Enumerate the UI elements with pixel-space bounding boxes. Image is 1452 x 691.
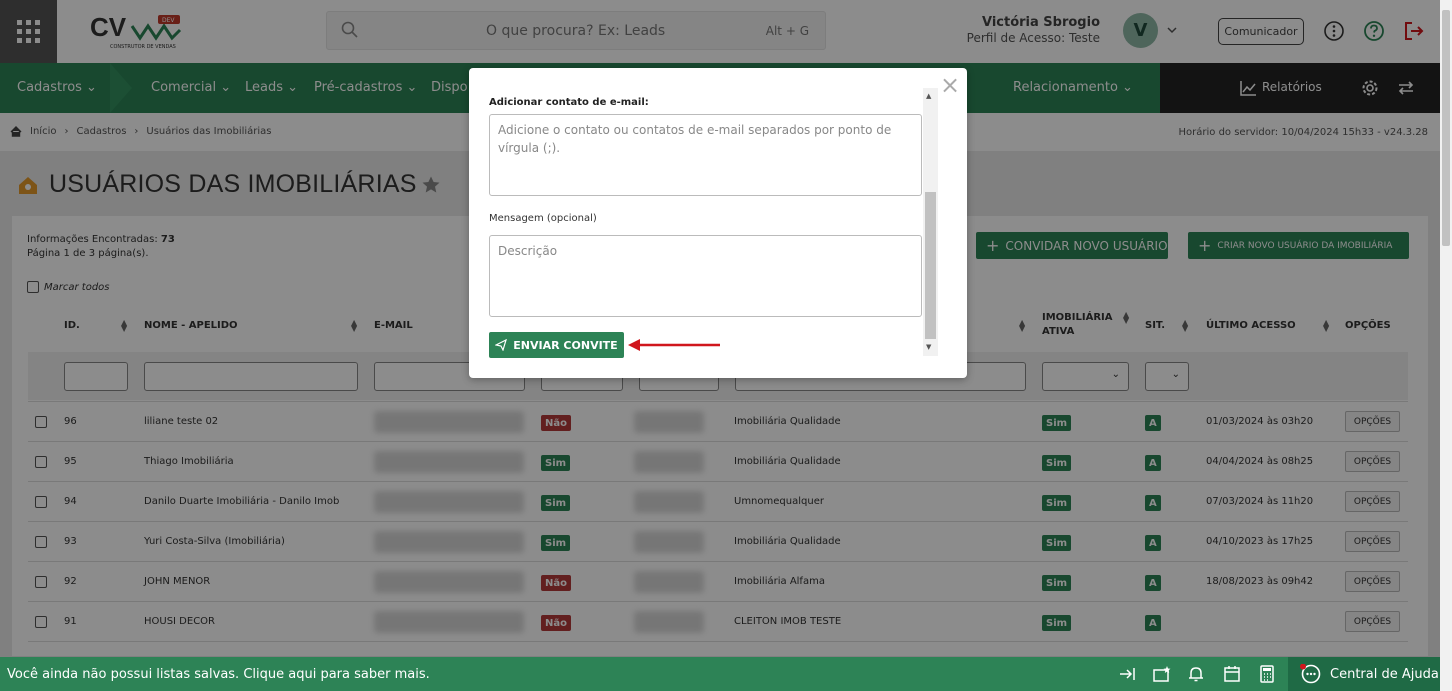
email-contacts-input[interactable]: Adicione o contato ou contatos de e-mail… — [489, 114, 922, 196]
favorites-icon[interactable] — [1152, 665, 1172, 683]
close-icon[interactable]: × — [940, 73, 960, 97]
collapse-icon[interactable] — [1118, 665, 1136, 683]
modal-scroll-thumb[interactable] — [925, 192, 936, 339]
help-center-button[interactable]: Central de Ajuda — [1288, 657, 1440, 691]
send-invite-button[interactable]: ENVIAR CONVITE — [489, 332, 624, 358]
message-input[interactable]: Descrição — [489, 235, 922, 317]
saved-lists-message[interactable]: Você ainda não possui listas salvas. Cli… — [7, 667, 430, 682]
send-icon — [495, 339, 508, 351]
bell-icon[interactable] — [1187, 665, 1205, 683]
annotation-arrow-icon — [628, 339, 720, 351]
calendar-icon[interactable] — [1223, 665, 1241, 683]
scroll-down-icon[interactable]: ▼ — [926, 343, 931, 351]
chat-icon — [1300, 664, 1321, 684]
bottom-bar: Você ainda não possui listas salvas. Cli… — [0, 657, 1440, 691]
calculator-icon[interactable] — [1258, 665, 1276, 683]
scroll-up-icon[interactable]: ▲ — [926, 92, 931, 100]
message-label: Mensagem (opcional) — [489, 213, 597, 224]
email-label: Adicionar contato de e-mail: — [489, 97, 649, 108]
page-scroll-thumb[interactable] — [1442, 10, 1450, 246]
